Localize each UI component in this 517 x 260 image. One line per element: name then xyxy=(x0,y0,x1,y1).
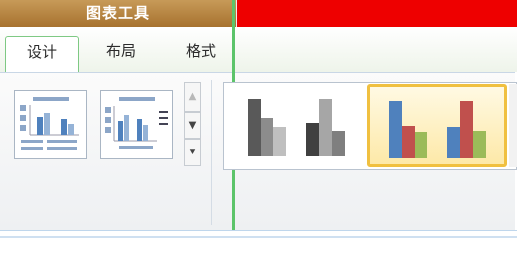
formula-bar-border xyxy=(0,236,517,238)
group-divider xyxy=(211,80,212,225)
gallery-scroll-up[interactable]: ▲ xyxy=(184,82,201,112)
tab-format[interactable]: 格式 xyxy=(168,36,234,72)
chevron-down-icon: ▼ xyxy=(188,120,197,131)
tab-layout[interactable]: 布局 xyxy=(86,36,156,72)
gallery-scroll-down[interactable]: ▼ xyxy=(184,112,201,139)
tab-design-label: 设计 xyxy=(26,43,57,61)
chart-layout-thumb-1[interactable] xyxy=(14,90,87,159)
expand-gallery-icon: ⯆ xyxy=(188,147,197,158)
chart-layout-2-icon xyxy=(105,97,168,149)
chevron-up-icon: ▲ xyxy=(188,91,197,102)
tab-design[interactable]: 设计 xyxy=(5,36,79,73)
ribbon-bottom-border xyxy=(0,230,517,231)
chart-style-1[interactable] xyxy=(231,86,298,162)
title-bar-accent xyxy=(237,0,517,27)
chart-style-3-selected[interactable] xyxy=(367,84,507,167)
gallery-more-button[interactable]: ⯆ xyxy=(184,139,201,166)
tab-format-label: 格式 xyxy=(185,42,216,60)
chart-style-2[interactable] xyxy=(298,86,365,162)
chart-layout-thumb-2[interactable] xyxy=(100,90,173,159)
contextual-tab-header: 图表工具 xyxy=(0,0,236,27)
chart-style-4-partial[interactable] xyxy=(509,84,517,167)
tab-layout-label: 布局 xyxy=(105,42,136,60)
chart-layout-1-icon xyxy=(20,97,79,150)
